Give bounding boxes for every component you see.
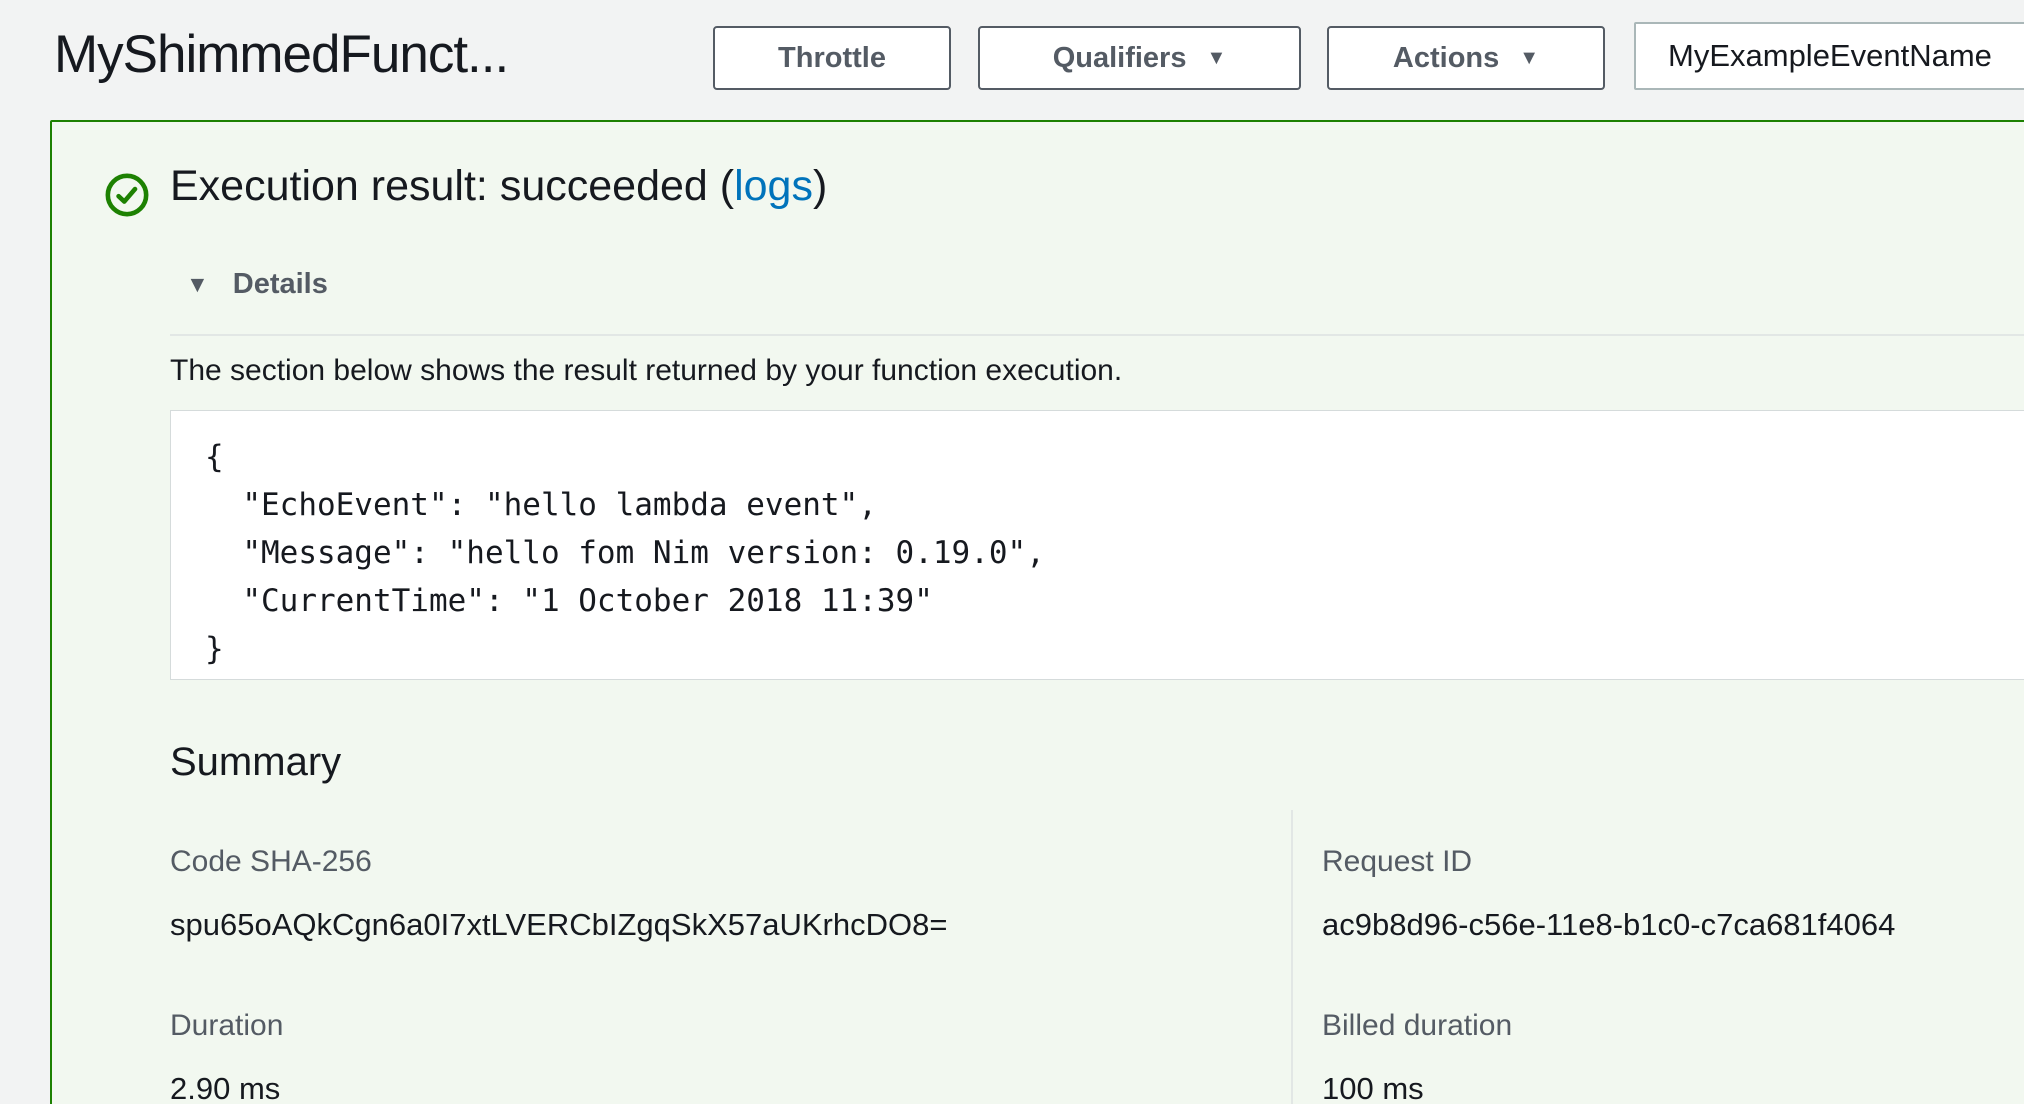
summary-field-code-sha256: Code SHA-256 spu65oAQkCgn6a0I7xtLVERCbIZ… — [170, 844, 947, 944]
summary-field-billed-duration: Billed duration 100 ms — [1322, 1008, 1512, 1104]
field-value: 2.90 ms — [170, 1070, 283, 1104]
details-toggle[interactable]: ▼ Details — [186, 268, 328, 301]
details-divider — [170, 334, 2024, 336]
field-label: Request ID — [1322, 844, 1895, 880]
actions-dropdown-button[interactable]: Actions ▼ — [1327, 26, 1605, 90]
field-label: Duration — [170, 1008, 283, 1044]
field-value: ac9b8d96-c56e-11e8-b1c0-c7ca681f4064 — [1322, 906, 1895, 944]
summary-column-divider — [1291, 810, 1293, 1104]
field-label: Code SHA-256 — [170, 844, 947, 880]
summary-field-duration: Duration 2.90 ms — [170, 1008, 283, 1104]
summary-heading: Summary — [170, 740, 341, 785]
result-heading-text: Execution result: succeeded ( — [170, 162, 734, 210]
qualifiers-dropdown-button[interactable]: Qualifiers ▼ — [978, 26, 1301, 90]
triangle-down-icon: ▼ — [186, 273, 209, 296]
test-event-select[interactable]: MyExampleEventName — [1634, 22, 2024, 90]
execution-result-heading: Execution result: succeeded (logs) — [170, 162, 827, 211]
code-line: { — [205, 433, 2024, 481]
field-value: 100 ms — [1322, 1070, 1512, 1104]
code-line: "EchoEvent": "hello lambda event", — [205, 481, 2024, 529]
result-description: The section below shows the result retur… — [170, 354, 1122, 388]
summary-field-request-id: Request ID ac9b8d96-c56e-11e8-b1c0-c7ca6… — [1322, 844, 1895, 944]
code-line: "Message": "hello fom Nim version: 0.19.… — [205, 529, 2024, 577]
details-toggle-label: Details — [233, 268, 328, 301]
throttle-button[interactable]: Throttle — [713, 26, 951, 90]
execution-result-panel: Execution result: succeeded (logs) ▼ Det… — [50, 120, 2024, 1104]
throttle-button-label: Throttle — [778, 42, 886, 75]
field-value: spu65oAQkCgn6a0I7xtLVERCbIZgqSkX57aUKrhc… — [170, 906, 947, 944]
actions-button-label: Actions — [1393, 42, 1499, 75]
caret-down-icon: ▼ — [1519, 47, 1539, 70]
result-heading-close-paren: ) — [813, 162, 827, 210]
code-line: } — [205, 625, 2024, 673]
field-label: Billed duration — [1322, 1008, 1512, 1044]
code-line: "CurrentTime": "1 October 2018 11:39" — [205, 577, 2024, 625]
success-check-icon — [104, 172, 150, 218]
test-event-selected-value: MyExampleEventName — [1668, 38, 1992, 74]
qualifiers-button-label: Qualifiers — [1053, 42, 1187, 75]
execution-result-output: { "EchoEvent": "hello lambda event", "Me… — [170, 410, 2024, 680]
logs-link[interactable]: logs — [734, 162, 813, 210]
lambda-console-page: MyShimmedFunct... Throttle Qualifiers ▼ … — [0, 0, 2024, 1104]
caret-down-icon: ▼ — [1206, 47, 1226, 70]
function-name-title: MyShimmedFunct... — [54, 24, 508, 85]
